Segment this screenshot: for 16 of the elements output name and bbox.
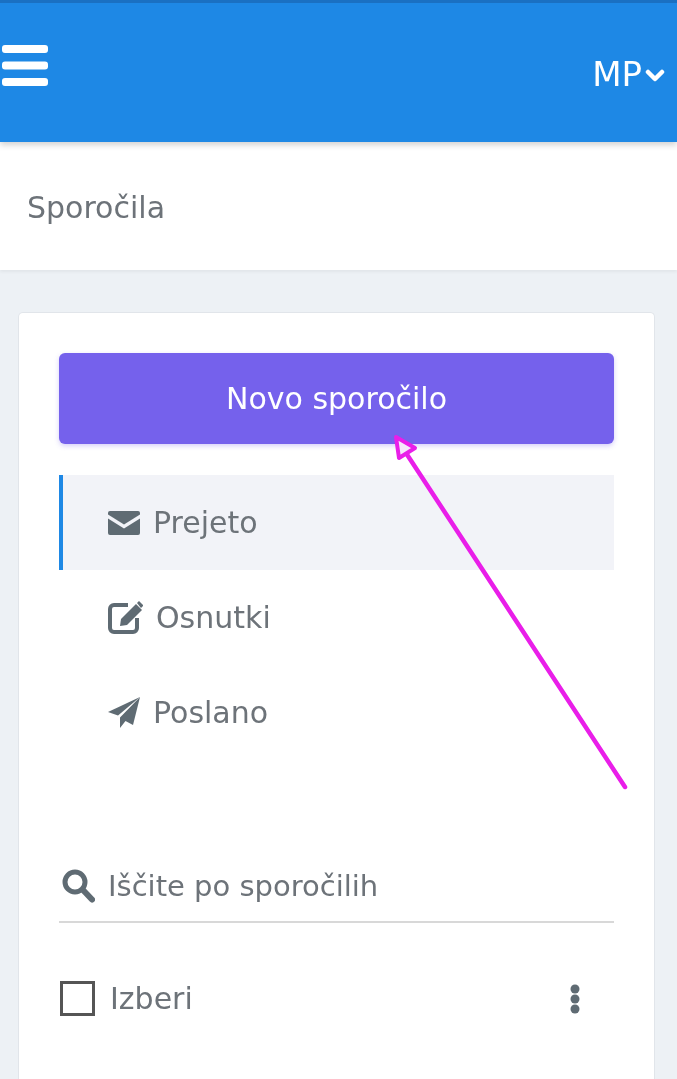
folder-item[interactable]: Prejeto [59, 475, 614, 570]
select-label: Izberi [110, 981, 193, 1016]
user-menu-button[interactable]: MP [592, 53, 665, 94]
search-field[interactable]: Iščite po sporočilih [59, 850, 614, 923]
kebab-menu-icon[interactable] [570, 983, 580, 1014]
folder-item[interactable]: Osnutki [59, 570, 614, 665]
page-title: Sporočila [27, 189, 166, 225]
envelope-icon [108, 510, 140, 535]
folder-item[interactable]: Poslano [59, 665, 614, 760]
pencil-square-icon [108, 601, 143, 634]
checkbox[interactable] [60, 981, 95, 1016]
paper-plane-icon [108, 697, 140, 728]
search-icon [62, 869, 95, 903]
menu-icon[interactable] [2, 45, 48, 86]
new-message-button[interactable]: Novo sporočilo [59, 353, 614, 444]
chevron-down-icon [645, 69, 665, 82]
